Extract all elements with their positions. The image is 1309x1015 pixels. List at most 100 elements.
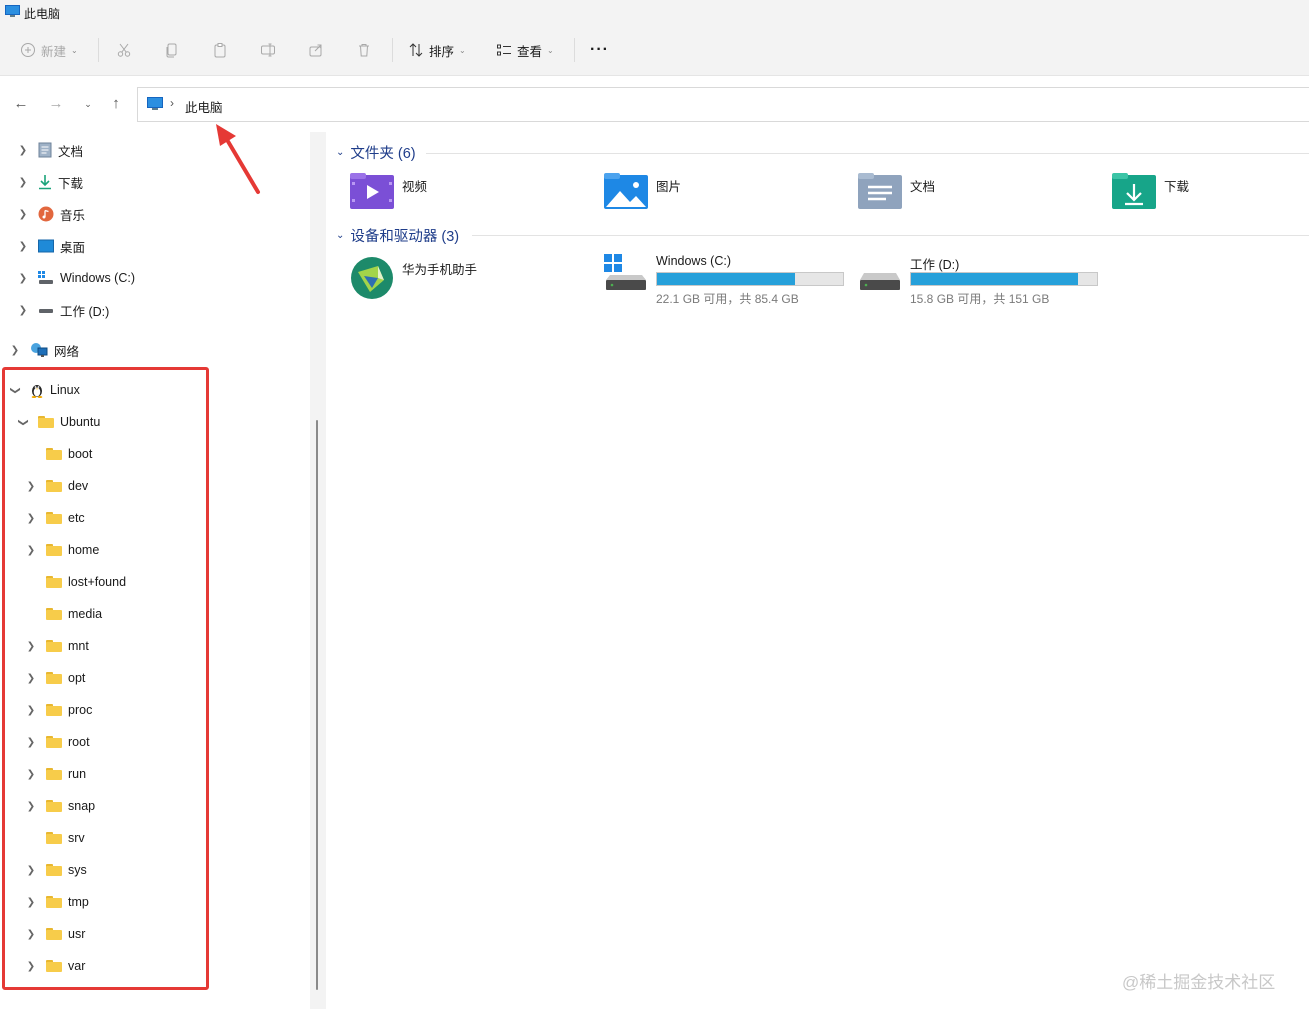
sidebar-item-folder[interactable]: ❯ dev xyxy=(24,474,88,498)
chevron-right-icon[interactable]: ❯ xyxy=(24,961,38,972)
new-button[interactable]: 新建 ⌄ xyxy=(20,38,78,62)
back-arrow-icon[interactable]: ← xyxy=(12,95,30,113)
sidebar-item-label: run xyxy=(68,767,87,781)
chevron-right-icon[interactable]: ❯ xyxy=(24,705,38,716)
chevron-right-icon[interactable]: ❯ xyxy=(24,865,38,876)
view-button[interactable]: 查看 ⌄ xyxy=(496,38,554,62)
copy-button[interactable] xyxy=(164,38,180,62)
sidebar-item-folder[interactable]: ❯ mnt xyxy=(24,634,89,658)
device-tile-work-d[interactable]: 工作 (D:) 15.8 GB 可用，共 151 GB xyxy=(858,254,1108,306)
rename-button[interactable] xyxy=(260,38,276,62)
folder-tile-label: 图片 xyxy=(656,180,682,194)
share-button[interactable] xyxy=(308,38,324,62)
folders-section-header[interactable]: ⌄ 文件夹 (6) xyxy=(336,141,416,163)
recent-locations-chevron-icon[interactable]: ⌄ xyxy=(79,95,97,113)
sort-button[interactable]: 排序 ⌄ xyxy=(408,38,466,62)
chevron-right-icon[interactable]: ❯ xyxy=(24,769,38,780)
documents-folder-icon xyxy=(858,173,902,209)
sidebar-item-label: sys xyxy=(68,863,87,877)
sidebar-item-folder[interactable]: ❯ home xyxy=(24,538,99,562)
chevron-right-icon[interactable]: ❯ xyxy=(24,801,38,812)
cut-button[interactable] xyxy=(116,38,132,62)
devices-section-header[interactable]: ⌄ 设备和驱动器 (3) xyxy=(336,224,459,246)
folder-icon xyxy=(38,416,54,428)
folder-icon xyxy=(46,800,62,812)
sidebar-item-folder[interactable]: ❯ proc xyxy=(24,698,93,722)
chevron-right-icon[interactable]: ❯ xyxy=(16,145,30,156)
sidebar-item-desktop[interactable]: ❯ 桌面 xyxy=(16,234,85,258)
chevron-right-icon[interactable]: ❯ xyxy=(24,673,38,684)
paste-button[interactable] xyxy=(212,38,228,62)
folder-icon xyxy=(46,608,62,620)
sidebar-item-downloads[interactable]: ❯ 下载 xyxy=(16,170,83,194)
chevron-right-icon[interactable]: ❯ xyxy=(24,545,38,556)
chevron-down-icon[interactable]: ❯ xyxy=(18,415,29,429)
windows-drive-icon xyxy=(604,254,646,290)
chevron-right-icon[interactable]: ❯ xyxy=(16,177,30,188)
chevron-right-icon[interactable]: ❯ xyxy=(16,273,30,284)
folder-tile-downloads[interactable]: 下载 xyxy=(1112,173,1189,209)
sidebar-item-network[interactable]: ❯ 网络 xyxy=(8,338,79,362)
sidebar-item-folder[interactable]: lost+found xyxy=(24,570,126,594)
sidebar-scrollbar[interactable] xyxy=(310,132,326,1009)
sidebar-item-folder[interactable]: ❯ etc xyxy=(24,506,85,530)
sidebar-item-folder[interactable]: srv xyxy=(24,826,85,850)
sidebar-item-label: 下载 xyxy=(58,176,84,191)
sidebar-scrollbar-thumb[interactable] xyxy=(316,420,318,990)
sidebar-item-folder[interactable]: boot xyxy=(24,442,92,466)
chevron-right-icon[interactable]: ❯ xyxy=(16,241,30,252)
sidebar-item-ubuntu[interactable]: ❯ Ubuntu xyxy=(16,410,101,434)
breadcrumb-segment[interactable]: 此电脑 xyxy=(185,97,223,116)
more-options-button[interactable]: ··· xyxy=(590,38,609,62)
chevron-right-icon[interactable]: ❯ xyxy=(8,345,22,356)
desktop-icon xyxy=(38,239,54,253)
sidebar-item-folder[interactable]: ❯ opt xyxy=(24,666,86,690)
sidebar-item-folder[interactable]: ❯ tmp xyxy=(24,890,89,914)
content-pane: ⌄ 文件夹 (6) 视频 图片 文档 下载 ⌄ 设备和驱动器 (3) 华为手机助… xyxy=(326,132,1309,1015)
folder-icon xyxy=(46,576,62,588)
folder-icon xyxy=(46,832,62,844)
delete-button[interactable] xyxy=(356,38,372,62)
chevron-right-icon[interactable]: ❯ xyxy=(24,513,38,524)
sidebar-item-windows-c[interactable]: ❯ Windows (C:) xyxy=(16,266,135,290)
sidebar-item-folder[interactable]: media xyxy=(24,602,102,626)
drive-capacity-text: 15.8 GB 可用，共 151 GB xyxy=(910,292,1050,306)
breadcrumb-chevron-icon: › xyxy=(170,96,174,110)
device-tile-windows-c[interactable]: Windows (C:) 22.1 GB 可用，共 85.4 GB xyxy=(604,254,854,306)
forward-arrow-icon[interactable]: → xyxy=(47,95,65,113)
music-icon xyxy=(38,206,54,222)
chevron-right-icon[interactable]: ❯ xyxy=(24,641,38,652)
chevron-down-icon[interactable]: ❯ xyxy=(10,383,21,397)
chevron-right-icon[interactable]: ❯ xyxy=(24,481,38,492)
sidebar-item-music[interactable]: ❯ 音乐 xyxy=(16,202,85,226)
chevron-right-icon[interactable]: ❯ xyxy=(16,209,30,220)
device-tile-huawei[interactable]: 华为手机助手 xyxy=(350,256,477,300)
sidebar-item-folder[interactable]: ❯ sys xyxy=(24,858,87,882)
sidebar-item-label: mnt xyxy=(68,639,89,653)
sidebar-item-label: 工作 (D:) xyxy=(60,304,110,319)
folder-tile-pictures[interactable]: 图片 xyxy=(604,173,681,209)
devices-section-title: 设备和驱动器 (3) xyxy=(350,228,460,245)
sidebar-item-folder[interactable]: ❯ root xyxy=(24,730,90,754)
sidebar-item-folder[interactable]: ❯ var xyxy=(24,954,86,978)
chevron-right-icon[interactable]: ❯ xyxy=(24,897,38,908)
folder-tile-documents[interactable]: 文档 xyxy=(858,173,935,209)
sidebar-item-label: 网络 xyxy=(54,344,80,359)
folder-icon xyxy=(46,512,62,524)
sidebar-item-folder[interactable]: ❯ usr xyxy=(24,922,86,946)
sidebar-item-folder[interactable]: ❯ run xyxy=(24,762,86,786)
sidebar-item-documents[interactable]: ❯ 文档 xyxy=(16,138,83,162)
sidebar-item-folder[interactable]: ❯ snap xyxy=(24,794,95,818)
sidebar-item-linux[interactable]: ❯ Linux xyxy=(8,378,80,402)
up-arrow-icon[interactable]: ↑ xyxy=(107,95,125,113)
section-divider xyxy=(472,235,1309,236)
sidebar-item-work-d[interactable]: ❯ 工作 (D:) xyxy=(16,298,110,322)
folder-tile-videos[interactable]: 视频 xyxy=(350,173,427,209)
chevron-right-icon[interactable]: ❯ xyxy=(24,737,38,748)
copy-icon xyxy=(166,43,177,58)
scissors-icon xyxy=(117,43,131,57)
address-bar[interactable]: › 此电脑 xyxy=(137,87,1309,122)
sidebar-item-label: 音乐 xyxy=(60,208,86,223)
chevron-right-icon[interactable]: ❯ xyxy=(24,929,38,940)
chevron-right-icon[interactable]: ❯ xyxy=(16,305,30,316)
